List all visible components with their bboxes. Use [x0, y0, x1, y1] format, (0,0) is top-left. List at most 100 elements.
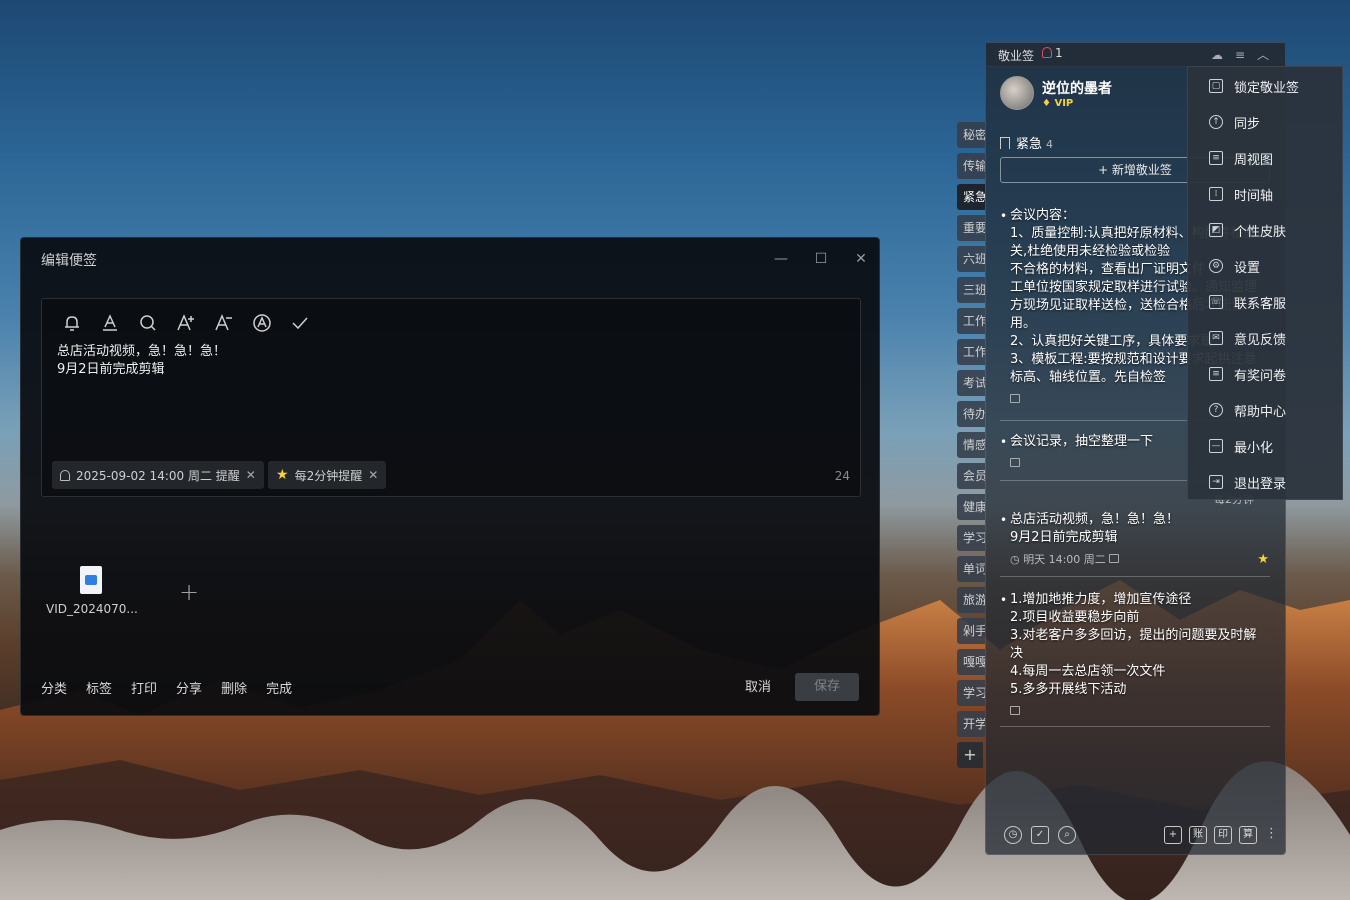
reminder-chip[interactable]: 2025-09-02 14:00 周二 提醒 ✕ [52, 461, 264, 489]
tab-category-active[interactable]: 紧急 [957, 184, 985, 210]
tag-button[interactable]: 标签 [86, 678, 112, 697]
menu-item-sync[interactable]: ↑ 同步 [1188, 104, 1344, 140]
cancel-button[interactable]: 取消 [745, 676, 771, 695]
bullet: • [1000, 513, 1008, 527]
lock-icon [1010, 458, 1020, 467]
cloud-icon[interactable]: ☁ [1209, 47, 1225, 63]
minimize-button[interactable]: — [770, 248, 792, 270]
check-icon[interactable] [288, 311, 312, 335]
calculator-icon[interactable]: 算 [1239, 826, 1257, 844]
menu-item-label: 退出登录 [1234, 476, 1287, 492]
note-body: 总店活动视频，急！急！急！ 9月2日前完成剪辑 [1000, 511, 1270, 547]
classify-button[interactable]: 分类 [41, 678, 67, 697]
avatar[interactable] [1000, 76, 1034, 110]
attachment-item[interactable]: VID_2024070... [46, 566, 138, 616]
skin-icon: ◩ [1209, 223, 1223, 237]
tab-category[interactable]: 三班 [957, 277, 985, 303]
note-line: 总店活动视频，急！急！急！ [57, 344, 227, 359]
reminder-count: 1 [1055, 46, 1063, 60]
reminder-time: 明天 14:00 周二 [1023, 553, 1106, 566]
main-menu: ▢ 锁定敬业签 ↑ 同步 ≡ 周视图 ⁞ 时间轴 ◩ 个性皮肤 ⚙ 设置 ☏ 联系客服 ✉ 意见… [1187, 66, 1343, 500]
search-icon[interactable]: ⌕ [1058, 826, 1076, 844]
tab-category[interactable]: 开学 [957, 711, 985, 737]
tab-category[interactable]: 健康 [957, 494, 985, 520]
menu-item-label: 周视图 [1234, 152, 1274, 168]
close-icon[interactable]: ✕ [246, 468, 256, 482]
close-button[interactable]: ✕ [850, 248, 872, 270]
more-icon[interactable]: ⋮ [1265, 826, 1278, 841]
tab-category[interactable]: 单词 [957, 556, 985, 582]
account-icon[interactable]: 账 [1189, 826, 1207, 844]
lock-icon [1010, 706, 1020, 715]
done-button[interactable]: 完成 [266, 678, 292, 697]
menu-item-week-view[interactable]: ≡ 周视图 [1188, 140, 1344, 176]
tab-category[interactable]: 旅游 [957, 587, 985, 613]
reminder-badge[interactable]: 1 [1042, 46, 1063, 60]
tab-category[interactable]: 工作 [957, 339, 985, 365]
menu-item-help[interactable]: ? 帮助中心 [1188, 392, 1344, 428]
search-icon[interactable] [136, 311, 160, 335]
note-line: 总店活动视频，急！急！急！ [1010, 512, 1180, 527]
menu-item-minimize[interactable]: — 最小化 [1188, 428, 1344, 464]
menu-item-lock[interactable]: ▢ 锁定敬业签 [1188, 68, 1344, 104]
lock-icon [1109, 554, 1120, 563]
delete-button[interactable]: 删除 [221, 678, 247, 697]
print-icon[interactable]: 印 [1214, 826, 1232, 844]
note-line: 4.每周一去总店领一次文件 [1010, 664, 1166, 679]
menu-item-settings[interactable]: ⚙ 设置 [1188, 248, 1344, 284]
tab-category[interactable]: 嘎嘎 [957, 649, 985, 675]
menu-item-feedback[interactable]: ✉ 意见反馈 [1188, 320, 1344, 356]
tab-category[interactable]: 六班 [957, 246, 985, 272]
tab-category[interactable]: 考试 [957, 370, 985, 396]
bullet: • [1000, 593, 1008, 607]
menu-item-timeline[interactable]: ⁞ 时间轴 [1188, 176, 1344, 212]
tab-category[interactable]: 传输 [957, 153, 985, 179]
note-content[interactable]: 总店活动视频，急！急！急！ 9月2日前完成剪辑 [57, 343, 226, 379]
settings-icon: ⚙ [1209, 259, 1223, 273]
menu-item-logout[interactable]: ⇥ 退出登录 [1188, 464, 1344, 500]
share-button[interactable]: 分享 [176, 678, 202, 697]
sync-icon: ↑ [1209, 115, 1223, 129]
menu-item-survey[interactable]: ≡ 有奖问卷 [1188, 356, 1344, 392]
tab-category[interactable]: 学习 [957, 525, 985, 551]
add-attachment-button[interactable]: + [179, 578, 199, 606]
maximize-button[interactable]: ☐ [810, 248, 832, 270]
font-increase-icon[interactable] [174, 311, 198, 335]
font-decrease-icon[interactable] [212, 311, 236, 335]
menu-item-support[interactable]: ☏ 联系客服 [1188, 284, 1344, 320]
tab-category[interactable]: 工作 [957, 308, 985, 334]
tab-category[interactable]: 重要 [957, 215, 985, 241]
tab-category[interactable]: 情感 [957, 432, 985, 458]
add-category-button[interactable]: + [957, 742, 983, 768]
tab-category[interactable]: 秘密 [957, 122, 985, 148]
text-style-icon[interactable] [250, 311, 274, 335]
note-editor-box[interactable]: 总店活动视频，急！急！急！ 9月2日前完成剪辑 2025-09-02 14:00… [41, 298, 861, 497]
checklist-icon[interactable]: ✓ [1031, 826, 1049, 844]
add-icon[interactable]: + [1164, 826, 1182, 844]
font-color-icon[interactable] [98, 311, 122, 335]
survey-icon: ≡ [1209, 367, 1223, 381]
bell-icon[interactable] [60, 311, 84, 335]
note-item[interactable]: • 1.增加地推力度，增加宣传途径 2.项目收益要稳步向前 3.对老客户多多回访… [1000, 591, 1270, 721]
format-toolbar [60, 311, 312, 335]
clock-icon[interactable]: ◷ [1004, 826, 1022, 844]
menu-item-label: 设置 [1234, 260, 1261, 276]
chevron-up-icon[interactable]: ︿ [1255, 47, 1271, 63]
tab-category[interactable]: 待办 [957, 401, 985, 427]
user-name: 逆位的墨者 [1042, 81, 1112, 97]
menu-icon[interactable]: ≡ [1232, 47, 1248, 63]
repeat-chip-label: 每2分钟提醒 [294, 468, 363, 483]
save-button[interactable]: 保存 [795, 673, 859, 701]
print-button[interactable]: 打印 [131, 678, 157, 697]
timeline-icon: ⁞ [1209, 187, 1223, 201]
logout-icon: ⇥ [1209, 475, 1223, 489]
menu-item-skin[interactable]: ◩ 个性皮肤 [1188, 212, 1344, 248]
close-icon[interactable]: ✕ [368, 468, 378, 482]
tab-category[interactable]: 剁手 [957, 618, 985, 644]
note-item[interactable]: • 总店活动视频，急！急！急！ 9月2日前完成剪辑 ◷ 明天 14:00 周二 [1000, 511, 1270, 569]
repeat-chip[interactable]: ★ 每2分钟提醒 ✕ [268, 461, 387, 489]
star-icon[interactable]: ★ [1257, 552, 1269, 567]
tab-category[interactable]: 学习 [957, 680, 985, 706]
bookmark-icon [1000, 137, 1010, 149]
tab-category[interactable]: 会员 [957, 463, 985, 489]
